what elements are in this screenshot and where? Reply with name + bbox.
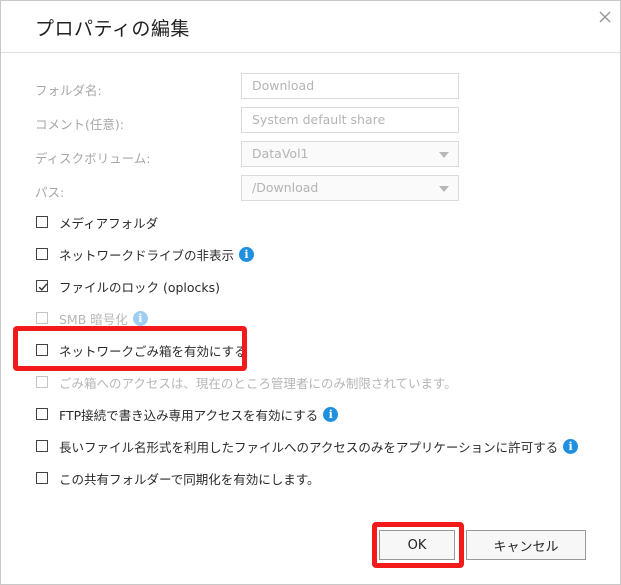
- option-label: メディアフォルダ: [59, 215, 159, 231]
- cancel-button[interactable]: キャンセル: [466, 530, 586, 560]
- check-icon: [38, 283, 48, 291]
- info-icon[interactable]: i: [323, 406, 339, 422]
- info-icon[interactable]: i: [563, 438, 579, 454]
- hide-network-drive-checkbox[interactable]: [36, 248, 48, 260]
- highlight-ok-button: [372, 522, 464, 568]
- long-filename-access-checkbox[interactable]: [36, 440, 48, 452]
- folder-name-label: フォルダ名:: [35, 83, 102, 98]
- path-select[interactable]: /Download: [241, 175, 459, 201]
- media-folder-checkbox[interactable]: [36, 216, 48, 228]
- disk-volume-select[interactable]: DataVol1: [241, 141, 459, 167]
- option-smb-encryption: SMB 暗号化 i: [36, 310, 148, 327]
- close-icon[interactable]: [597, 9, 613, 25]
- option-label: 長いファイル名形式を利用したファイルへのアクセスのみをアプリケーションに許可する: [59, 439, 559, 455]
- comment-input[interactable]: System default share: [241, 107, 459, 133]
- option-label: この共有フォルダーで同期化を有効にします。: [59, 471, 320, 487]
- option-long-filename-access[interactable]: 長いファイル名形式を利用したファイルへのアクセスのみをアプリケーションに許可する…: [36, 438, 579, 455]
- option-hide-network-drive[interactable]: ネットワークドライブの非表示 i: [36, 246, 255, 263]
- chevron-down-icon: [439, 152, 449, 158]
- option-recycle-bin-admin-only: ごみ箱へのアクセスは、現在のところ管理者にのみ制限されています。: [36, 374, 457, 391]
- oplocks-checkbox[interactable]: [36, 280, 48, 292]
- ftp-write-only-checkbox[interactable]: [36, 408, 48, 420]
- option-oplocks[interactable]: ファイルのロック (oplocks): [36, 278, 221, 295]
- folder-name-input[interactable]: Download: [241, 73, 459, 99]
- option-media-folder[interactable]: メディアフォルダ: [36, 214, 159, 231]
- path-label: パス:: [35, 185, 65, 200]
- option-label: FTP接続で書き込み専用アクセスを有効にする: [59, 407, 319, 423]
- folder-sync-checkbox[interactable]: [36, 472, 48, 484]
- smb-encryption-checkbox: [36, 312, 48, 324]
- chevron-down-icon: [439, 186, 449, 192]
- option-label: SMB 暗号化: [59, 311, 128, 327]
- option-label: ごみ箱へのアクセスは、現在のところ管理者にのみ制限されています。: [59, 375, 457, 391]
- disk-volume-label: ディスクボリューム:: [35, 151, 151, 166]
- info-icon[interactable]: i: [132, 310, 148, 326]
- disk-volume-value: DataVol1: [252, 146, 309, 161]
- option-folder-sync[interactable]: この共有フォルダーで同期化を有効にします。: [36, 470, 320, 487]
- recycle-bin-admin-only-checkbox: [36, 376, 48, 388]
- dialog-title: プロパティの編集: [35, 18, 190, 40]
- option-label: ファイルのロック (oplocks): [59, 279, 221, 295]
- edit-properties-dialog: プロパティの編集 フォルダ名: Download コメント(任意): Syste…: [0, 0, 621, 585]
- info-icon[interactable]: i: [239, 246, 255, 262]
- option-ftp-write-only[interactable]: FTP接続で書き込み専用アクセスを有効にする i: [36, 406, 339, 423]
- highlight-recycle-bin: [13, 326, 247, 371]
- comment-label: コメント(任意):: [35, 117, 124, 132]
- path-value: /Download: [252, 180, 319, 195]
- option-label: ネットワークドライブの非表示: [59, 247, 235, 263]
- title-divider: [1, 52, 620, 53]
